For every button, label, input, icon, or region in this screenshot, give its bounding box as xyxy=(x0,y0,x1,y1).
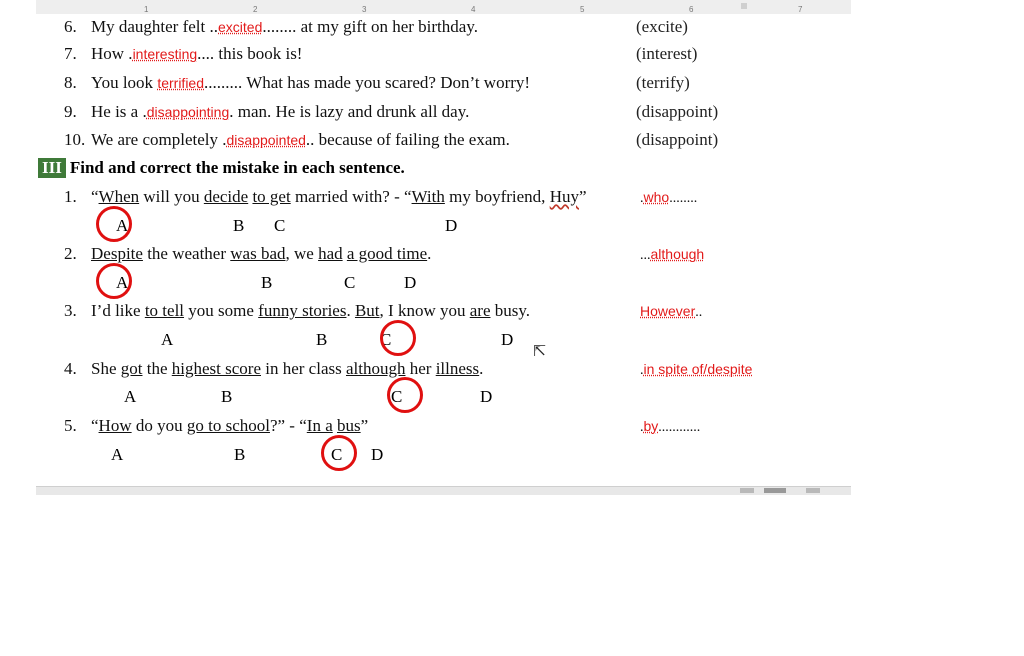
correction-answer: .who........ xyxy=(640,189,698,206)
option-letter-d: D xyxy=(404,273,417,292)
sentence-text: My daughter felt ..excited........ at my… xyxy=(91,17,478,36)
option-letter-d: D xyxy=(371,445,384,464)
word-hint: (disappoint) xyxy=(636,130,719,149)
sentence-text: How .interesting.... this book is! xyxy=(91,44,303,63)
web-layout-view-icon[interactable] xyxy=(806,488,820,493)
ruler-tick-2: 2 xyxy=(253,5,258,14)
ruler-tick-3: 3 xyxy=(362,5,367,14)
answer-circle xyxy=(96,263,132,299)
option-letter-b: B xyxy=(234,445,246,464)
right-indent-marker[interactable] xyxy=(741,3,747,9)
sentence-text: He is a .disappointing. man. He is lazy … xyxy=(91,102,470,121)
option-letter-a: A xyxy=(111,445,124,464)
read-mode-view-icon[interactable] xyxy=(740,488,754,493)
sentence-text: I’d like to tell you some funny stories.… xyxy=(91,301,531,320)
horizontal-ruler[interactable]: 1 2 3 4 5 6 7 xyxy=(36,0,851,15)
ruler-tick-5: 5 xyxy=(580,5,585,14)
correction-answer: .in spite of/despite xyxy=(640,361,753,378)
sentence-text: You look terrified......... What has mad… xyxy=(91,73,531,92)
answer-circle xyxy=(321,435,357,471)
item-number: 10. xyxy=(64,130,86,149)
item-number: 8. xyxy=(64,73,77,92)
answer-circle xyxy=(387,377,423,413)
section-badge: III xyxy=(38,158,66,178)
option-letter-d: D xyxy=(501,330,514,349)
answer-circle xyxy=(96,206,132,242)
item-number: 9. xyxy=(64,102,77,121)
status-bar xyxy=(36,486,851,495)
document-page: 6. My daughter felt ..excited........ at… xyxy=(36,14,851,485)
filled-answer: excited xyxy=(218,19,263,35)
ruler-tick-7: 7 xyxy=(798,5,803,14)
item-number: 2. xyxy=(64,244,77,263)
item-number: 5. xyxy=(64,416,77,435)
ruler-tick-4: 4 xyxy=(471,5,476,14)
option-letter-b: B xyxy=(261,273,273,292)
correction-answer: .by............ xyxy=(640,418,701,435)
item-number: 4. xyxy=(64,359,77,378)
option-letter-d: D xyxy=(445,216,458,235)
word-hint: (disappoint) xyxy=(636,102,719,121)
filled-answer: interesting xyxy=(132,46,198,62)
sentence-text: Despite the weather was bad, we had a go… xyxy=(91,244,432,263)
filled-answer: disappointing xyxy=(146,104,230,120)
word-hint: (interest) xyxy=(636,44,698,63)
sentence-text: “How do you go to school?” - “In a bus” xyxy=(91,416,369,435)
option-letter-a: A xyxy=(161,330,174,349)
item-number: 3. xyxy=(64,301,77,320)
ruler-tick-6: 6 xyxy=(689,5,694,14)
correction-answer: ...although xyxy=(640,246,705,263)
item-number: 1. xyxy=(64,187,77,206)
item-number: 6. xyxy=(64,17,77,36)
word-hint: (terrify) xyxy=(636,73,690,92)
item-number: 7. xyxy=(64,44,77,63)
correction-answer: However.. xyxy=(640,303,703,320)
section-title: Find and correct the mistake in each sen… xyxy=(69,158,405,177)
ruler-tick-1: 1 xyxy=(144,5,149,14)
option-letter-a: A xyxy=(124,387,137,406)
option-letter-b: B xyxy=(316,330,328,349)
section-heading: III Find and correct the mistake in each … xyxy=(38,158,405,178)
word-hint: (excite) xyxy=(636,17,688,36)
sentence-text: She got the highest score in her class a… xyxy=(91,359,484,378)
sentence-text: We are completely .disappointed.. becaus… xyxy=(91,130,510,149)
option-letter-b: B xyxy=(233,216,245,235)
option-letter-c: C xyxy=(344,273,356,292)
filled-answer: disappointed xyxy=(226,132,306,148)
option-letter-c: C xyxy=(274,216,286,235)
filled-answer: terrified xyxy=(157,75,204,91)
mouse-pointer-icon: ⇱ xyxy=(533,343,547,360)
answer-circle xyxy=(380,320,416,356)
sentence-text: “When will you decide to get married wit… xyxy=(91,187,587,206)
option-letter-d: D xyxy=(480,387,493,406)
option-letter-b: B xyxy=(221,387,233,406)
print-layout-view-icon[interactable] xyxy=(764,488,786,493)
